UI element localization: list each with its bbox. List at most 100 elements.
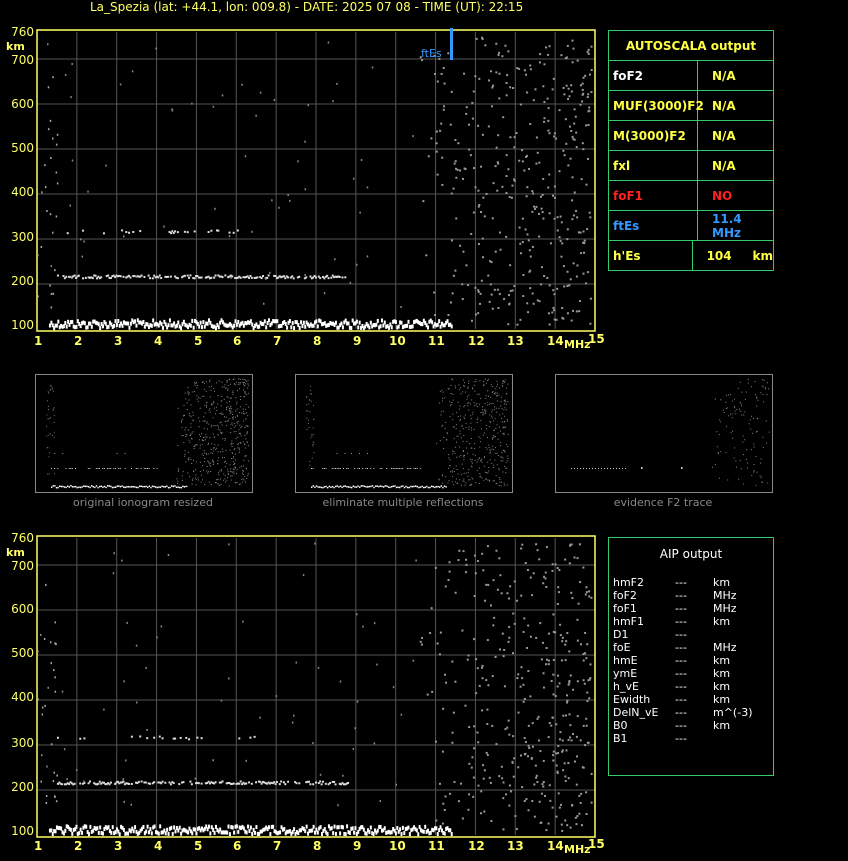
trace-point — [368, 830, 371, 835]
noise-point — [579, 581, 582, 584]
trace-point — [339, 831, 342, 836]
noise-point — [536, 717, 539, 720]
bottom-xtick-11: 11 — [428, 839, 445, 853]
trace-point — [333, 824, 336, 829]
aip-value: --- — [675, 706, 687, 719]
trace-point — [348, 830, 351, 835]
noise-point — [568, 681, 571, 684]
ytick-bottom-300: 300 — [11, 736, 34, 750]
noise-point — [511, 761, 514, 764]
noise-point — [439, 631, 442, 634]
trace-point — [89, 824, 92, 829]
noise-point — [512, 652, 515, 655]
noise-point — [524, 562, 527, 565]
noise-point — [453, 780, 456, 783]
noise-point — [542, 672, 545, 675]
noise-point — [228, 677, 230, 680]
trace-point — [255, 781, 258, 784]
noise-point — [492, 579, 495, 582]
noise-point — [585, 813, 588, 816]
trace-point — [283, 827, 286, 832]
noise-point — [575, 823, 578, 826]
noise-point — [75, 769, 78, 772]
noise-point — [37, 698, 39, 701]
trace-point — [161, 737, 164, 740]
trace-point — [272, 824, 275, 829]
trace-point — [101, 831, 104, 836]
trace-point — [97, 830, 100, 835]
noise-point — [552, 693, 555, 696]
aip-name: h_vE — [613, 680, 639, 693]
noise-point — [552, 673, 555, 676]
trace-point — [311, 828, 314, 833]
noise-point — [578, 794, 581, 797]
noise-point — [480, 812, 483, 815]
trace-point — [248, 828, 251, 833]
aip-unit: MHz — [713, 602, 737, 615]
noise-point — [470, 766, 473, 769]
trace-point — [150, 831, 153, 836]
noise-point — [362, 625, 364, 628]
trace-point — [159, 824, 162, 829]
noise-point — [555, 723, 558, 726]
noise-point — [555, 815, 558, 818]
trace-point — [235, 824, 238, 829]
bottom-xtick-2: 2 — [74, 839, 83, 853]
trace-point — [130, 782, 133, 785]
noise-point — [586, 643, 589, 646]
trace-point — [89, 780, 92, 783]
noise-point — [529, 695, 532, 698]
noise-point — [493, 616, 496, 619]
noise-point — [545, 546, 548, 549]
noise-point — [578, 543, 581, 546]
noise-point — [575, 735, 578, 738]
noise-point — [242, 620, 244, 623]
noise-point — [452, 711, 455, 714]
noise-point — [572, 688, 575, 691]
trace-point — [259, 780, 262, 783]
noise-point — [123, 680, 125, 683]
noise-point — [557, 752, 560, 755]
noise-point — [63, 748, 66, 751]
noise-point — [585, 657, 588, 660]
noise-point — [55, 643, 57, 646]
noise-point — [564, 558, 567, 561]
trace-point — [237, 829, 240, 834]
trace-point — [253, 735, 256, 738]
bottom-xtick-5: 5 — [194, 839, 203, 853]
noise-point — [448, 561, 451, 564]
noise-point — [568, 713, 571, 716]
noise-point — [489, 781, 492, 784]
noise-point — [557, 591, 560, 594]
trace-point — [185, 736, 188, 739]
noise-point — [435, 740, 438, 743]
noise-point — [55, 800, 58, 803]
trace-point — [109, 781, 112, 784]
noise-point — [45, 802, 48, 805]
trace-point — [81, 830, 84, 835]
trace-point — [172, 782, 175, 785]
noise-point — [495, 743, 498, 746]
noise-point — [434, 566, 437, 569]
noise-point — [545, 663, 548, 666]
ytick-bottom-600: 600 — [11, 602, 34, 616]
noise-point — [569, 544, 572, 547]
noise-point — [539, 821, 542, 824]
noise-point — [47, 686, 49, 689]
noise-point — [259, 716, 261, 719]
trace-point — [149, 827, 152, 832]
trace-point — [174, 737, 177, 740]
noise-point — [567, 761, 570, 764]
noise-point — [506, 726, 509, 729]
noise-point — [533, 815, 536, 818]
noise-point — [569, 736, 572, 739]
noise-point — [342, 774, 344, 777]
noise-point — [438, 782, 441, 785]
trace-point — [379, 824, 382, 829]
trace-point — [148, 782, 151, 785]
noise-point — [156, 636, 158, 639]
noise-point — [46, 765, 48, 768]
trace-point — [324, 782, 327, 785]
noise-point — [566, 824, 569, 827]
trace-point — [178, 783, 181, 786]
